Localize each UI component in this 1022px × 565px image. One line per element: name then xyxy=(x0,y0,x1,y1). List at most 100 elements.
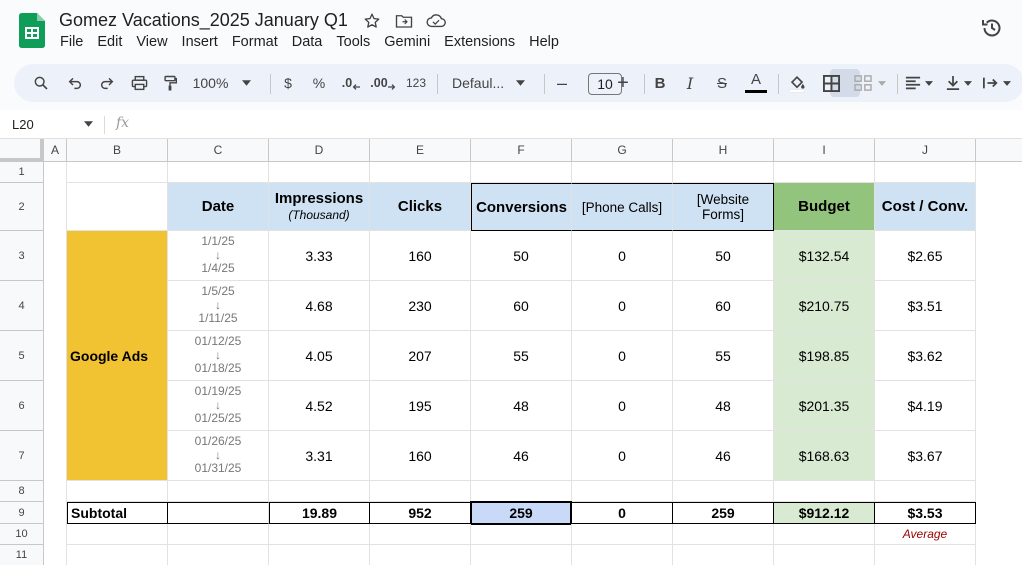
spreadsheet-grid[interactable]: A B C D E F G H I J 1 2 3 4 5 6 7 8 9 10… xyxy=(0,139,1022,565)
date-range-cell[interactable]: 01/26/25 ↓ 01/31/25 xyxy=(168,431,269,481)
cell-e11[interactable] xyxy=(370,545,471,565)
header-budget[interactable]: Budget xyxy=(774,183,875,231)
subtotal-date-cell[interactable] xyxy=(168,502,269,524)
redo-icon[interactable] xyxy=(94,64,120,102)
conversions-cell[interactable]: 50 xyxy=(471,231,572,281)
cell-f8[interactable] xyxy=(471,481,572,502)
column-header-a[interactable]: A xyxy=(44,139,67,162)
impressions-cell[interactable]: 4.68 xyxy=(269,281,370,331)
menu-file[interactable]: File xyxy=(60,34,83,50)
font-family-select[interactable]: Defaul... xyxy=(446,64,532,102)
print-icon[interactable] xyxy=(126,64,152,102)
website-forms-cell[interactable]: 55 xyxy=(673,331,774,381)
cell-h1[interactable] xyxy=(673,162,774,183)
clicks-cell[interactable]: 207 xyxy=(370,331,471,381)
row-header-4[interactable]: 4 xyxy=(0,281,44,331)
borders-icon[interactable] xyxy=(818,64,844,102)
cost-per-conversion-cell[interactable]: $4.19 xyxy=(875,381,976,431)
cell-d8[interactable] xyxy=(269,481,370,502)
average-note[interactable]: Average xyxy=(875,524,976,545)
clicks-cell[interactable]: 230 xyxy=(370,281,471,331)
row-header-9[interactable]: 9 xyxy=(0,502,44,524)
cell-b2[interactable] xyxy=(67,183,168,231)
undo-icon[interactable] xyxy=(62,64,88,102)
website-forms-cell[interactable]: 48 xyxy=(673,381,774,431)
clicks-cell[interactable]: 160 xyxy=(370,231,471,281)
column-k-cells[interactable] xyxy=(976,162,1022,565)
horizontal-align-icon[interactable] xyxy=(902,64,936,102)
subtotal-cost-per-conversion[interactable]: $3.53 xyxy=(875,502,976,524)
date-range-cell[interactable]: 1/1/25 ↓ 1/4/25 xyxy=(168,231,269,281)
header-website-forms[interactable]: [Website Forms] xyxy=(673,183,774,231)
column-header-c[interactable]: C xyxy=(168,139,269,162)
phone-calls-cell[interactable]: 0 xyxy=(572,431,673,481)
row-header-3[interactable]: 3 xyxy=(0,231,44,281)
cost-per-conversion-cell[interactable]: $3.62 xyxy=(875,331,976,381)
menu-data[interactable]: Data xyxy=(292,34,323,50)
text-color-button[interactable]: A xyxy=(743,64,769,102)
column-header-e[interactable]: E xyxy=(370,139,471,162)
increase-font-size-button[interactable]: + xyxy=(611,64,635,102)
cell-e1[interactable] xyxy=(370,162,471,183)
paint-format-icon[interactable] xyxy=(157,64,183,102)
menu-format[interactable]: Format xyxy=(232,34,278,50)
date-range-cell[interactable]: 01/12/25 ↓ 01/18/25 xyxy=(168,331,269,381)
column-header-g[interactable]: G xyxy=(572,139,673,162)
cell-d1[interactable] xyxy=(269,162,370,183)
row-header-11[interactable]: 11 xyxy=(0,545,44,565)
cell-g11[interactable] xyxy=(572,545,673,565)
subtotal-website-forms[interactable]: 259 xyxy=(673,502,774,524)
cell-i1[interactable] xyxy=(774,162,875,183)
cell-j1[interactable] xyxy=(875,162,976,183)
clicks-cell[interactable]: 195 xyxy=(370,381,471,431)
column-header-k[interactable] xyxy=(976,139,1022,162)
version-history-icon[interactable] xyxy=(980,16,1004,40)
cell-e8[interactable] xyxy=(370,481,471,502)
vertical-align-icon[interactable] xyxy=(942,64,976,102)
header-clicks[interactable]: Clicks xyxy=(370,183,471,231)
format-percent-button[interactable]: % xyxy=(306,64,332,102)
budget-cell[interactable]: $210.75 xyxy=(774,281,875,331)
star-icon[interactable] xyxy=(361,11,383,31)
cell-h11[interactable] xyxy=(673,545,774,565)
subtotal-budget[interactable]: $912.12 xyxy=(774,502,875,524)
header-phone-calls[interactable]: [Phone Calls] xyxy=(572,183,673,231)
fill-color-icon[interactable] xyxy=(784,64,810,102)
increase-decimal-button[interactable]: .00 xyxy=(369,64,397,102)
conversions-cell[interactable]: 60 xyxy=(471,281,572,331)
phone-calls-cell[interactable]: 0 xyxy=(572,281,673,331)
cell-c8[interactable] xyxy=(168,481,269,502)
move-folder-icon[interactable] xyxy=(393,11,415,31)
decrease-decimal-button[interactable]: .0 xyxy=(338,64,364,102)
cell-b1[interactable] xyxy=(67,162,168,183)
menu-extensions[interactable]: Extensions xyxy=(444,34,515,50)
cell-g8[interactable] xyxy=(572,481,673,502)
cell-d11[interactable] xyxy=(269,545,370,565)
impressions-cell[interactable]: 4.52 xyxy=(269,381,370,431)
cell-h10[interactable] xyxy=(673,524,774,545)
column-header-b[interactable]: B xyxy=(67,139,168,162)
conversions-cell[interactable]: 46 xyxy=(471,431,572,481)
row-header-1[interactable]: 1 xyxy=(0,162,44,183)
column-header-d[interactable]: D xyxy=(269,139,370,162)
budget-cell[interactable]: $201.35 xyxy=(774,381,875,431)
more-formats-button[interactable]: 123 xyxy=(402,64,430,102)
row-header-6[interactable]: 6 xyxy=(0,381,44,431)
column-header-j[interactable]: J xyxy=(875,139,976,162)
menu-tools[interactable]: Tools xyxy=(336,34,370,50)
website-forms-cell[interactable]: 60 xyxy=(673,281,774,331)
cell-j8[interactable] xyxy=(875,481,976,502)
phone-calls-cell[interactable]: 0 xyxy=(572,231,673,281)
conversions-cell[interactable]: 55 xyxy=(471,331,572,381)
cell-i11[interactable] xyxy=(774,545,875,565)
row-header-7[interactable]: 7 xyxy=(0,431,44,481)
header-conversions[interactable]: Conversions xyxy=(471,183,572,231)
cell-c11[interactable] xyxy=(168,545,269,565)
budget-cell[interactable]: $198.85 xyxy=(774,331,875,381)
subtotal-impressions[interactable]: 19.89 xyxy=(269,502,370,524)
impressions-cell[interactable]: 3.31 xyxy=(269,431,370,481)
bold-button[interactable]: B xyxy=(648,64,672,102)
menu-view[interactable]: View xyxy=(136,34,167,50)
cost-per-conversion-cell[interactable]: $3.67 xyxy=(875,431,976,481)
cost-per-conversion-cell[interactable]: $2.65 xyxy=(875,231,976,281)
